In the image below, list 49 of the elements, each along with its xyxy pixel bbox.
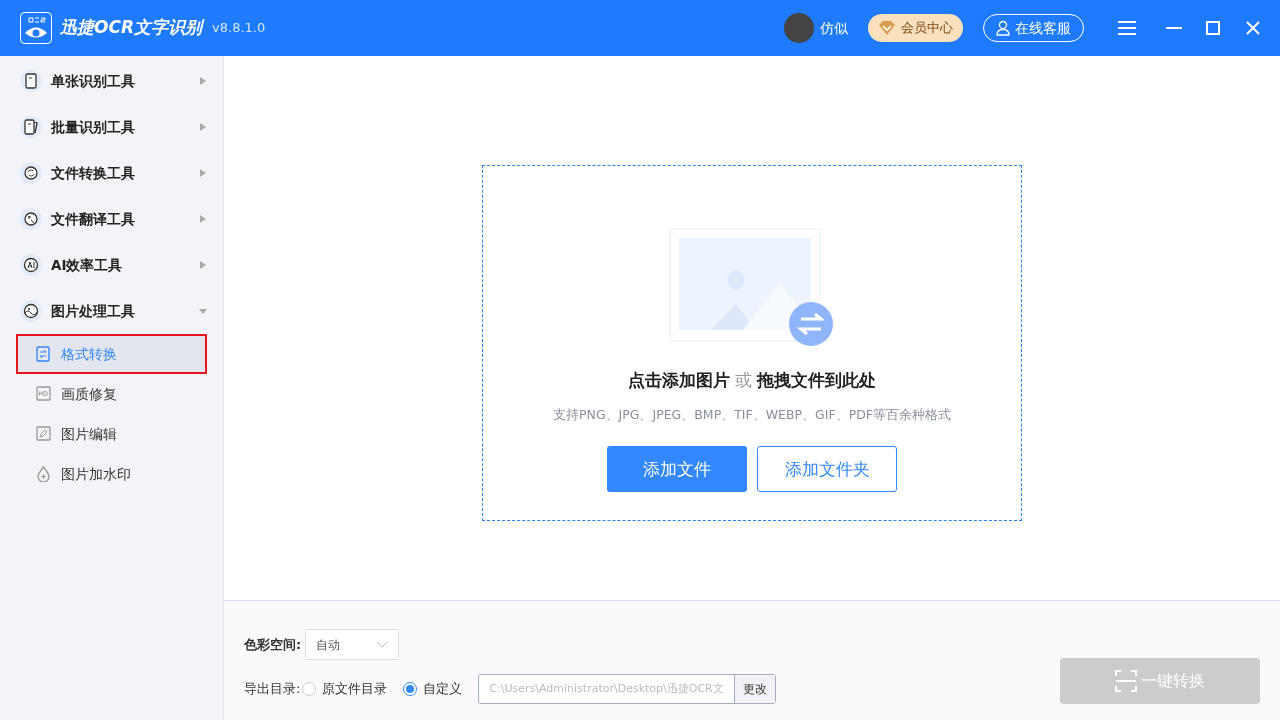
swap-icon [36, 346, 51, 362]
avatar-icon[interactable] [784, 13, 814, 43]
person-icon [996, 20, 1010, 36]
eye-logo-icon [20, 12, 52, 44]
caret-right-icon [199, 77, 207, 85]
radio-button[interactable] [403, 682, 418, 696]
sidebar-subitem[interactable]: 画质修复 [16, 374, 207, 414]
maximize-icon[interactable] [1206, 21, 1220, 35]
drop-zone[interactable]: 点击添加图片 或 拖拽文件到此处 支持PNG、JPG、JPEG、BMP、TIF、WEBP、GIF、PDF等百余种格式 添加文件 添加文件夹 [482, 165, 1022, 521]
output-folder-label: 导出目录: [244, 680, 301, 699]
refresh-icon [20, 162, 42, 184]
radio-button[interactable] [302, 682, 317, 696]
caret-right-icon [199, 169, 207, 177]
scan-frame-icon [1115, 670, 1137, 692]
hd-icon [36, 386, 51, 402]
sidebar-category[interactable]: 批量识别工具 [0, 104, 223, 150]
change-button[interactable]: 更改 [733, 675, 775, 703]
caret-right-icon [199, 215, 207, 223]
sidebar-category[interactable]: 文件转换工具 [0, 150, 223, 196]
radio-label[interactable]: 原文件目录 [322, 679, 388, 699]
caret-right-icon [199, 261, 207, 269]
documents-icon [20, 116, 42, 138]
sidebar-subitem[interactable]: 图片编辑 [16, 414, 207, 454]
drop-icon [36, 466, 51, 482]
ai-icon [20, 254, 42, 276]
sidebar-category[interactable]: 文件翻译工具 [0, 196, 223, 242]
sidebar-category[interactable]: 图片处理工具 [0, 288, 223, 334]
supported-formats-hint: 支持PNG、JPG、JPEG、BMP、TIF、WEBP、GIF、PDF等百余种格式 [553, 405, 951, 424]
caret-right-icon [199, 123, 207, 131]
add-folder-button[interactable]: 添加文件夹 [757, 446, 897, 493]
radio-label[interactable]: 自定义 [423, 679, 463, 699]
pencil-icon [36, 426, 51, 442]
chevron-down-icon [376, 641, 389, 648]
sidebar-category[interactable]: AI效率工具 [0, 242, 223, 288]
close-icon[interactable] [1246, 21, 1260, 35]
diamond-icon [878, 20, 896, 36]
sidebar-subitem[interactable]: 图片加水印 [16, 454, 207, 494]
menu-icon[interactable] [1118, 21, 1136, 35]
sidebar-category[interactable]: 单张识别工具 [0, 58, 223, 104]
caret-down-icon [199, 307, 207, 315]
app-title: 迅捷OCR文字识别 [60, 16, 203, 40]
image-icon [20, 300, 42, 322]
document-icon [20, 70, 42, 92]
user-name[interactable]: 仿似 [820, 17, 848, 39]
color-space-dropdown[interactable]: 自动 [305, 629, 400, 660]
drop-zone-title: 点击添加图片 或 拖拽文件到此处 [627, 369, 877, 392]
color-space-label: 色彩空间: [244, 635, 302, 654]
app-version: v8.8.1.0 [212, 19, 266, 38]
vip-center-button[interactable]: 会员中心 [868, 14, 963, 42]
